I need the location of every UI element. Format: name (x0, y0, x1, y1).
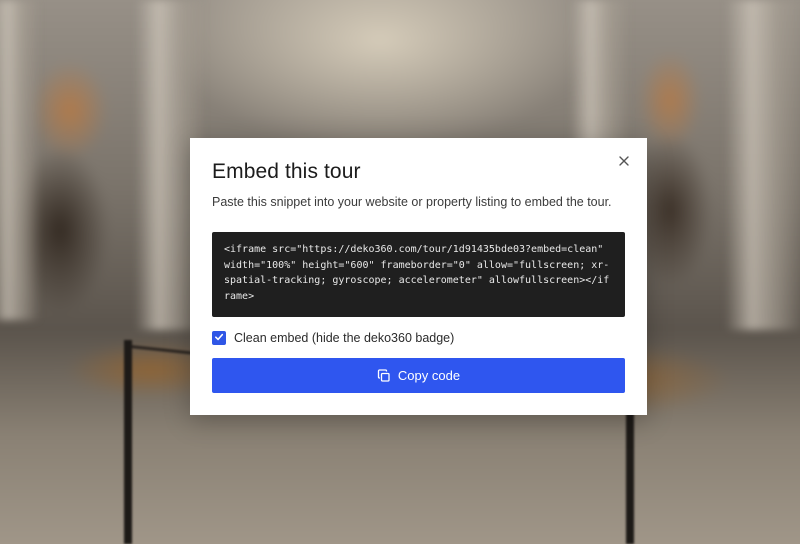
copy-code-button[interactable]: Copy code (212, 358, 625, 393)
background-pillar (0, 0, 40, 320)
modal-title: Embed this tour (212, 160, 361, 183)
background-pillar (725, 0, 800, 330)
modal-description: Paste this snippet into your website or … (212, 195, 612, 209)
background-post (124, 340, 132, 544)
embed-code-snippet[interactable]: <iframe src="https://deko360.com/tour/1d… (212, 232, 625, 317)
close-icon (615, 152, 633, 170)
embed-modal: Embed this tour Paste this snippet into … (190, 138, 647, 415)
clean-embed-label: Clean embed (hide the deko360 badge) (234, 331, 455, 345)
copy-icon (377, 368, 391, 383)
copy-code-label: Copy code (397, 368, 461, 383)
clean-embed-option[interactable]: Clean embed (hide the deko360 badge) (212, 330, 454, 346)
close-button[interactable] (615, 152, 633, 170)
check-icon (214, 329, 224, 347)
background-post (626, 400, 634, 544)
clean-embed-checkbox[interactable] (212, 331, 226, 345)
